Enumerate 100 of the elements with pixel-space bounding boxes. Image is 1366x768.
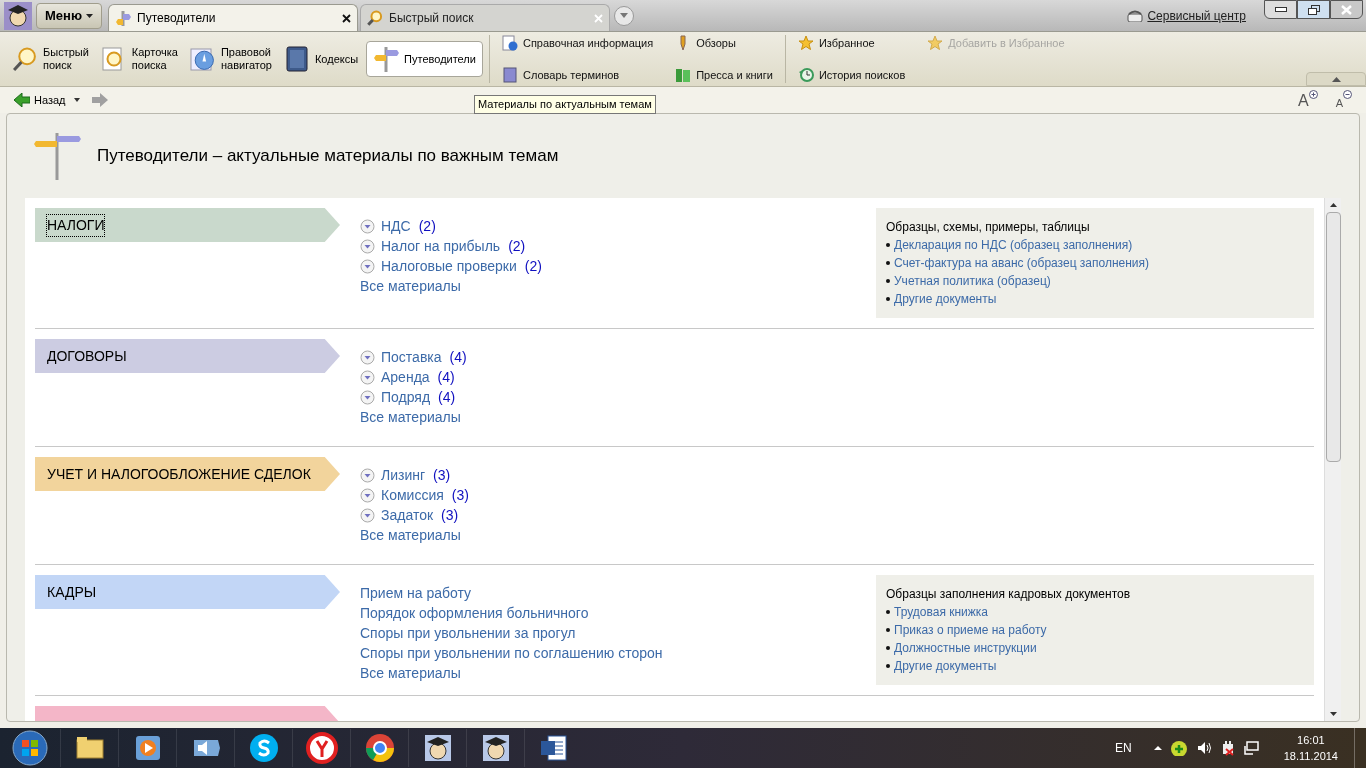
sample-link[interactable]: Счет-фактура на аванс (образец заполнения) (894, 254, 1150, 272)
category-banner[interactable]: УЧЕТ И НАЛОГООБЛОЖЕНИЕ СДЕЛОК (35, 457, 340, 491)
sample-link[interactable]: Декларация по НДС (образец заполнения) (894, 236, 1133, 254)
count-label: (4) (438, 388, 456, 407)
sample-link[interactable]: Другие документы (894, 657, 997, 675)
plus-circle-icon (1308, 90, 1318, 99)
caret-up-icon (1153, 746, 1162, 750)
toolbar-button[interactable]: Кодексы (279, 41, 363, 77)
magnifier-icon (367, 10, 383, 26)
topic-link[interactable]: Задаток (381, 505, 434, 525)
close-button[interactable] (342, 13, 351, 23)
chevron-down-icon (360, 467, 375, 483)
count-label: (4) (449, 348, 467, 367)
topic-link[interactable]: Налоговые проверки (381, 256, 517, 276)
toolbar-button[interactable]: Быстрый поиск (8, 41, 93, 77)
toolbar-link[interactable]: Избранное (797, 32, 906, 55)
sample-link[interactable]: Должностные инструкции (894, 639, 1037, 657)
menu-button[interactable]: Меню (36, 2, 102, 29)
topic-link[interactable]: Налог на прибыль (381, 236, 501, 256)
expand-button[interactable] (360, 467, 375, 483)
all-materials-link[interactable]: Все материалы (360, 525, 1314, 545)
toolbar-link[interactable]: Обзоры (675, 32, 773, 55)
browser-tab[interactable]: Быстрый поиск (360, 4, 610, 31)
dictionary-icon (501, 66, 518, 83)
chevron-down-icon (360, 507, 375, 523)
bullet-icon (886, 664, 890, 668)
expand-button[interactable] (360, 487, 375, 503)
topic-link[interactable]: Прием на работу (360, 583, 471, 603)
topic-link[interactable]: Порядок оформления больничного (360, 603, 589, 623)
scrollbar[interactable] (1324, 198, 1341, 721)
category-banner[interactable]: НАЛОГИ (35, 208, 340, 242)
decrease-font-button[interactable]: A (1335, 90, 1352, 110)
category-banner[interactable]: ДОГОВОРЫ (35, 339, 340, 373)
tray-icon-button[interactable] (1243, 740, 1260, 756)
toolbar-link[interactable]: Справочная информация (501, 32, 654, 55)
toolbar-button[interactable]: Путеводители (366, 41, 483, 77)
minus-circle-icon (1343, 90, 1352, 99)
increase-font-button[interactable]: A (1298, 90, 1318, 110)
topic-link[interactable]: Аренда (381, 367, 430, 387)
back-button[interactable]: Назад (14, 91, 66, 109)
browser-tab[interactable]: Путеводители (108, 4, 358, 31)
tray-icon-button[interactable] (1195, 740, 1212, 756)
close-button[interactable] (1330, 0, 1363, 19)
restore-button[interactable] (1297, 0, 1330, 19)
chevron-down-icon (360, 389, 375, 405)
telephone-icon (1127, 9, 1144, 22)
scroll-up-arrow-icon[interactable] (1329, 203, 1337, 207)
toolbar-button[interactable]: Правовой навигатор (185, 41, 276, 77)
sample-link[interactable]: Приказ о приеме на работу (894, 621, 1047, 639)
book-icon (283, 46, 310, 72)
network-icon (1243, 740, 1260, 756)
windows-logo-icon (12, 730, 48, 766)
expand-button[interactable] (360, 369, 375, 385)
language-indicator[interactable]: EN (1115, 739, 1132, 757)
bullet-icon (886, 628, 890, 632)
close-icon (342, 13, 351, 23)
samples-title: Образцы, схемы, примеры, таблицы (886, 219, 1091, 236)
count-label: (2) (524, 257, 542, 276)
all-materials-link[interactable]: Все материалы (360, 407, 1314, 427)
caret-icon (620, 13, 628, 18)
signpost-icon (373, 46, 400, 72)
topic-link[interactable]: Споры при увольнении за прогул (360, 623, 576, 643)
toolbar-button[interactable]: Карточка поиска (96, 41, 182, 77)
expand-button[interactable] (360, 238, 375, 254)
tab-list-button[interactable] (614, 5, 634, 26)
sample-link[interactable]: Трудовая книжка (894, 603, 988, 621)
topic-link[interactable]: Комиссия (381, 485, 444, 505)
topic-link[interactable]: Лизинг (381, 465, 426, 485)
collapse-toolbar-button[interactable] (1306, 72, 1366, 86)
caret-icon (86, 13, 93, 18)
count-label: (4) (437, 368, 455, 387)
bullet-icon (886, 646, 890, 650)
topic-link[interactable]: Споры при увольнении по соглашению сторон (360, 643, 663, 663)
all-materials-link[interactable]: Все материалы (360, 663, 876, 683)
scroll-down-arrow-icon[interactable] (1329, 712, 1337, 716)
minimize-button[interactable] (1264, 0, 1297, 19)
tray-icon-button[interactable] (1169, 740, 1188, 756)
expand-button[interactable] (360, 389, 375, 405)
document-question-icon (501, 35, 518, 52)
topic-link[interactable]: Подряд (381, 387, 431, 407)
service-center-link[interactable]: Сервисный центр (1147, 6, 1246, 25)
topic-link[interactable]: Поставка (381, 347, 442, 367)
topic-link[interactable]: НДС (381, 216, 411, 236)
y-circle-icon (305, 732, 338, 764)
clock[interactable]: 16:01 18.11.2014 (1283, 732, 1338, 764)
toolbar-link[interactable]: Пресса и книги (675, 63, 773, 86)
sample-link[interactable]: Другие документы (894, 290, 997, 308)
toolbar-link[interactable]: Словарь терминов (501, 63, 654, 86)
count-label: (3) (451, 486, 469, 505)
expand-button[interactable] (360, 507, 375, 523)
expand-button[interactable] (360, 218, 375, 234)
expand-button[interactable] (360, 349, 375, 365)
toolbar-link[interactable]: История поисков (797, 63, 906, 86)
category-banner[interactable]: КАДРЫ (35, 575, 340, 609)
signpost-icon (115, 10, 131, 26)
expand-button[interactable] (360, 258, 375, 274)
all-materials-link[interactable]: Все материалы (360, 276, 876, 296)
count-label: (3) (441, 506, 459, 525)
sample-link[interactable]: Учетная политика (образец) (894, 272, 1051, 290)
tray-icon-button[interactable] (1153, 746, 1162, 750)
